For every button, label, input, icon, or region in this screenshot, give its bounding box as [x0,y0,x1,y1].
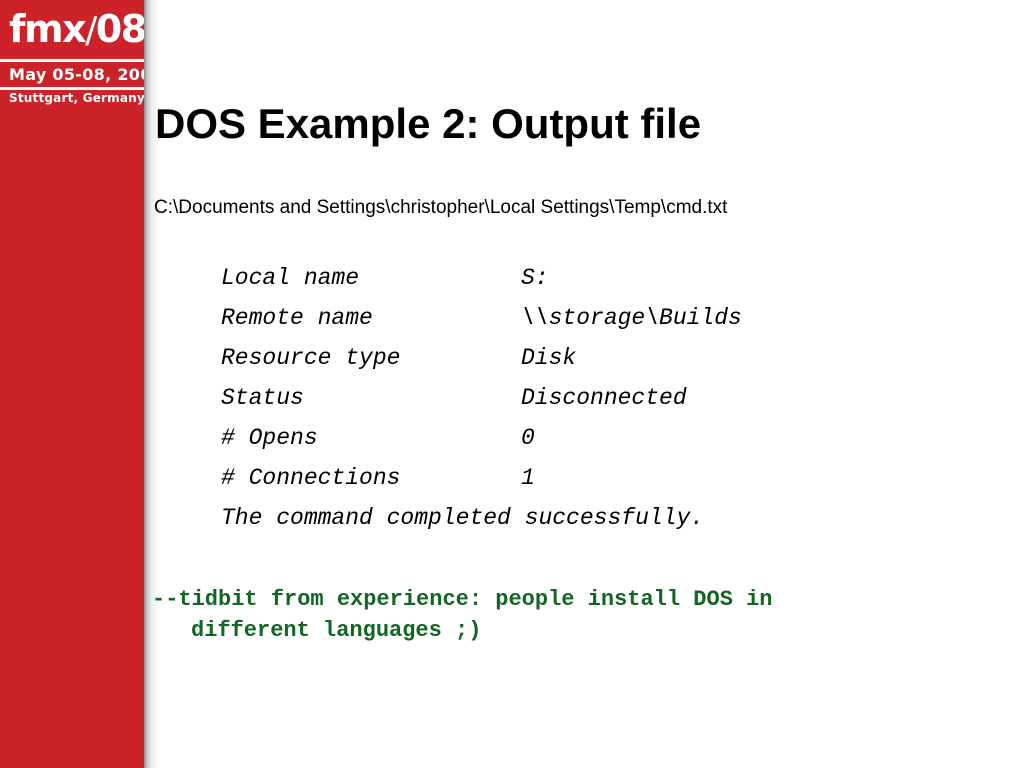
output-file-path: C:\Documents and Settings\christopher\Lo… [154,197,728,218]
output-value: 0 [521,425,535,451]
output-row: # Opens 0 [221,418,981,458]
output-row: # Connections 1 [221,458,981,498]
output-value: Disconnected [521,385,687,411]
output-row: Remote name \\storage\Builds [221,298,981,338]
output-row: Status Disconnected [221,378,981,418]
output-label: Resource type [221,345,401,371]
event-dates: May 05-08, 2008 [9,65,164,84]
fmx-logo: fmx/08 [0,0,147,59]
output-row: Local name S: [221,258,981,298]
tidbit-note: --tidbit from experience: people install… [152,584,1012,646]
fmx-logo-text: fmx/08 [0,7,147,51]
presentation-slide: fmx/08 May 05-08, 2008 Stuttgart, German… [0,0,1024,768]
output-label: # Connections [221,465,401,491]
command-output-block: Local name S: Remote name \\storage\Builds… [221,258,981,538]
logo-divider-bottom [0,87,144,90]
fmx-logo-slash: / [85,10,97,51]
tidbit-line-2: different languages ;) [191,618,482,643]
output-success-row: The command completed successfully. [221,498,981,538]
fmx-logo-brand: fmx [9,7,87,51]
output-row: Resource type Disk [221,338,981,378]
branding-sidebar: fmx/08 May 05-08, 2008 Stuttgart, German… [0,0,164,768]
output-value: 1 [521,465,535,491]
output-label: Status [221,385,304,411]
event-location: Stuttgart, Germany [9,91,145,105]
output-label: Local name [221,265,360,291]
tidbit-line-1: --tidbit from experience: people install… [152,587,773,612]
page-title: DOS Example 2: Output file [155,100,702,147]
output-label: Remote name [221,305,373,331]
fmx-logo-year: 08 [95,7,147,51]
output-value: Disk [521,345,577,371]
output-success-message: The command completed successfully. [221,505,705,531]
output-label: # Opens [221,425,318,451]
output-value: \\storage\Builds [521,305,742,331]
output-value: S: [521,265,549,291]
